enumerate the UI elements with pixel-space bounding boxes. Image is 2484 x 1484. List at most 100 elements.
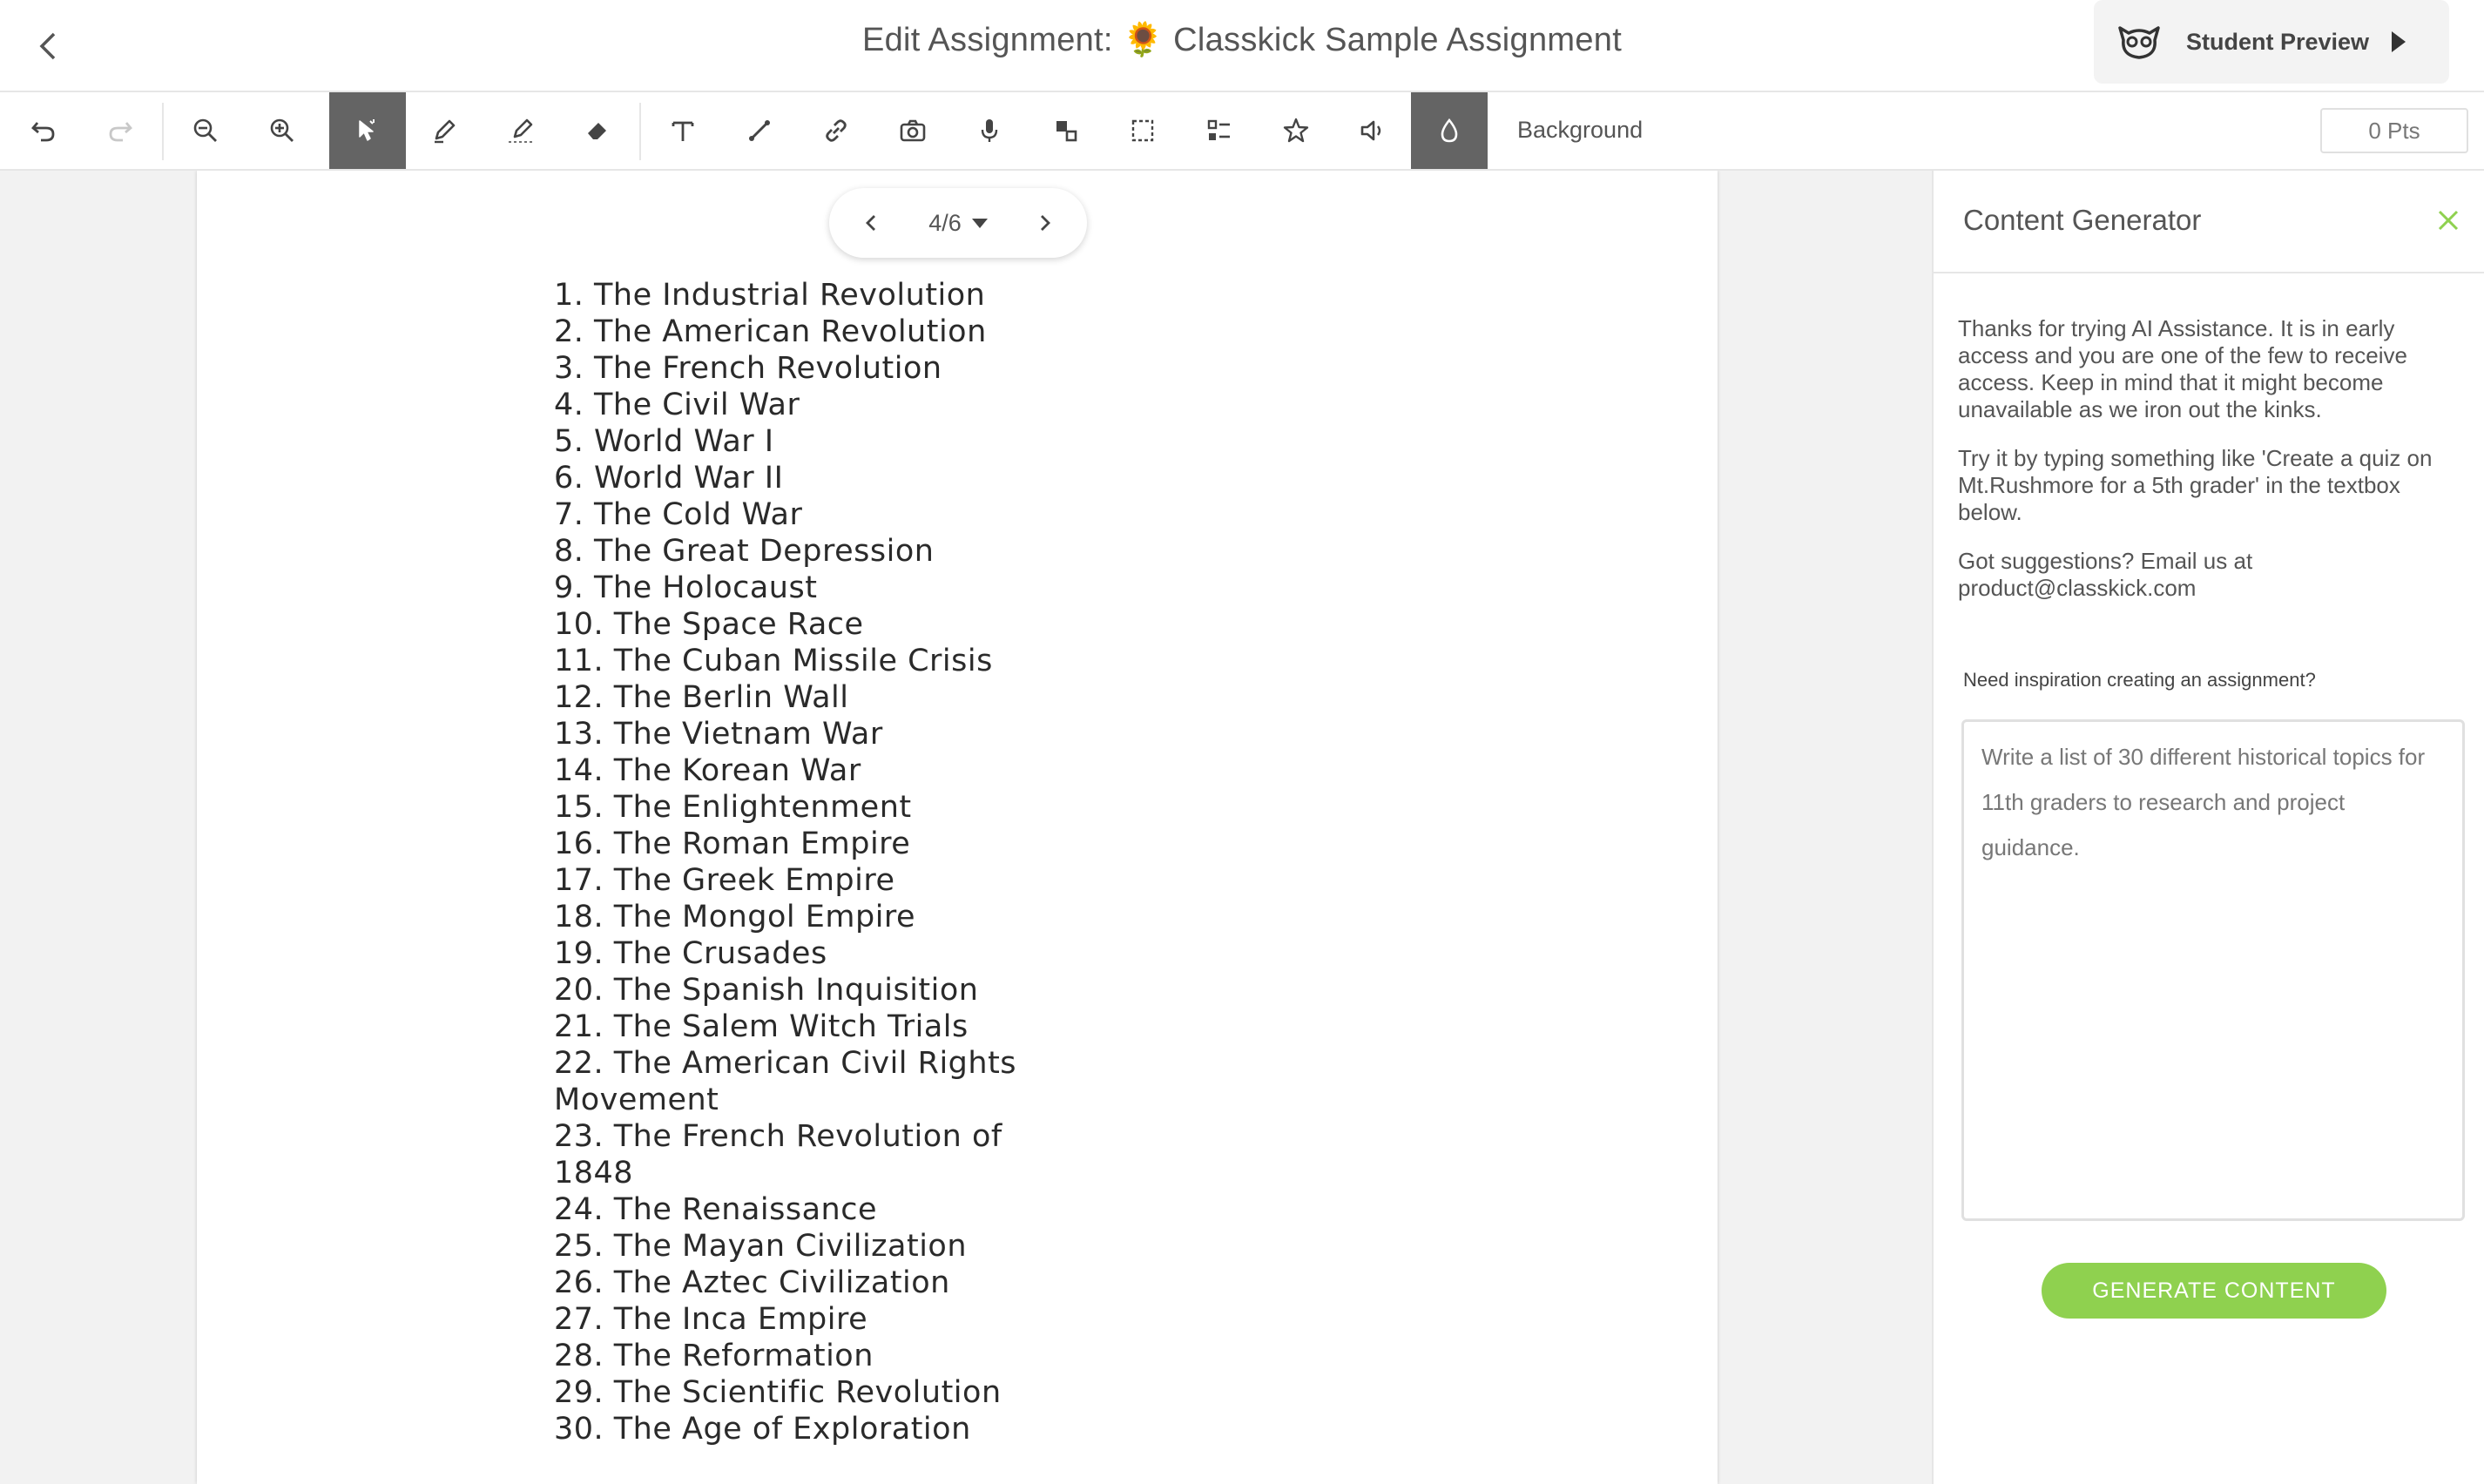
inspiration-label: Need inspiration creating an assignment? [1963,669,2316,691]
topic-item: 16. The Roman Empire [554,826,911,861]
fill-tool[interactable] [1411,92,1488,169]
topic-list[interactable]: 1. The Industrial Revolution 2. The Ameri… [554,277,1042,1447]
topic-item: 5. World War I [554,424,774,459]
panel-title: Content Generator [1963,204,2202,236]
play-icon [2392,31,2406,52]
topic-item: 3. The French Revolution [554,351,942,386]
assignment-page[interactable]: 4/6 1. The Industrial Revolution 2. The A… [197,171,1718,1484]
star-icon [1283,118,1309,143]
topic-item: 24. The Renaissance [554,1192,878,1227]
topic-item: 7. The Cold War [554,497,803,532]
topic-item: 11. The Cuban Missile Crisis [554,644,993,678]
topic-item: 19. The Crusades [554,936,827,971]
shapes-icon [1056,121,1077,142]
highlighter-tool[interactable] [483,92,559,169]
topic-item: 15. The Enlightenment [554,790,912,825]
undo-icon [31,122,55,142]
topic-item: 25. The Mayan Civilization [554,1229,968,1264]
topic-item: 14. The Korean War [554,753,861,788]
fill-icon [1441,118,1458,143]
generate-content-button[interactable]: GENERATE CONTENT [2042,1263,2386,1319]
speaker-icon [1360,120,1381,141]
panel-body: Thanks for trying AI Assistance. It is i… [1934,273,2484,602]
page-select[interactable]: 4/6 [928,210,988,237]
star-tool[interactable] [1258,92,1334,169]
topic-item: 28. The Reformation [554,1339,874,1373]
chevron-left-icon [866,215,875,231]
line-tool[interactable] [721,92,798,169]
points-field[interactable]: 0 Pts [2320,108,2468,153]
text-tool[interactable] [645,92,721,169]
topic-item: 1. The Industrial Revolution [554,278,986,313]
eraser-tool[interactable] [559,92,636,169]
panel-header: Content Generator [1934,171,2484,273]
topic-item: 22. The American Civil Rights Movement [554,1046,1017,1117]
student-preview-label: Student Preview [2186,28,2370,55]
redo-button[interactable] [82,92,159,169]
topic-item: 2. The American Revolution [554,314,987,349]
topic-item: 9. The Holocaust [554,570,818,605]
topic-item: 23. The French Revolution of 1848 [554,1119,1002,1191]
redo-icon [109,122,132,142]
topic-item: 6. World War II [554,461,784,496]
topic-item: 17. The Greek Empire [554,863,895,898]
topic-item: 4. The Civil War [554,388,800,422]
zoom-out-icon [193,118,217,142]
camera-icon [900,119,926,142]
link-icon [826,119,847,142]
topic-item: 18. The Mongol Empire [554,900,916,934]
app-root: Edit Assignment: 🌻 Classkick Sample Assi… [0,0,2484,1484]
close-icon[interactable] [2433,206,2463,235]
pen-tool[interactable] [406,92,483,169]
toolbar-divider [639,103,641,160]
eraser-icon [588,123,606,139]
highlighter-icon [509,118,533,143]
chevron-right-icon [1040,215,1050,231]
line-icon [749,120,770,141]
header: Edit Assignment: 🌻 Classkick Sample Assi… [0,0,2484,92]
topic-item: 26. The Aztec Civilization [554,1265,950,1300]
prompt-input[interactable]: Write a list of 30 different historical … [1961,719,2465,1221]
undo-button[interactable] [5,92,82,169]
topic-item: 20. The Spanish Inquisition [554,973,979,1008]
selection-icon [1131,119,1154,142]
checklist-tool[interactable] [1181,92,1258,169]
owl-icon [2118,26,2160,59]
intro-text: Thanks for trying AI Assistance. It is i… [1958,315,2407,422]
suggest-text: Got suggestions? Email us at product@cla… [1958,548,2253,601]
checklist-icon [1207,119,1230,140]
pointer-tool[interactable] [329,92,406,169]
pen-icon [435,119,456,144]
zoom-in-button[interactable] [244,92,321,169]
try-text: Try it by typing something like 'Create … [1958,445,2433,525]
topic-item: 10. The Space Race [554,607,864,642]
caret-down-icon [971,218,988,228]
toolbar: Background 0 Pts [0,92,2484,171]
next-page-button[interactable] [1028,206,1063,240]
pointer-icon [359,119,375,141]
toolbar-divider [162,103,164,160]
topic-item: 30. The Age of Exploration [554,1412,971,1447]
topic-item: 13. The Vietnam War [554,717,883,752]
topic-item: 27. The Inca Empire [554,1302,868,1337]
page-navigator: 4/6 [829,188,1087,258]
previous-page-button[interactable] [854,206,888,240]
student-preview-button[interactable]: Student Preview [2094,0,2449,84]
zoom-in-icon [270,118,294,142]
page-number: 4/6 [928,209,962,236]
camera-tool[interactable] [874,92,951,169]
link-tool[interactable] [798,92,874,169]
microphone-icon [981,119,998,142]
topic-item: 8. The Great Depression [554,534,935,569]
microphone-tool[interactable] [951,92,1028,169]
topic-item: 21. The Salem Witch Trials [554,1009,969,1044]
topic-item: 29. The Scientific Revolution [554,1375,1002,1410]
shapes-tool[interactable] [1028,92,1104,169]
background-button[interactable]: Background [1517,117,1643,144]
zoom-out-button[interactable] [167,92,244,169]
content-generator-panel: Content Generator Thanks for trying AI A… [1932,171,2484,1484]
canvas-area: 4/6 1. The Industrial Revolution 2. The A… [0,171,1930,1484]
text-icon [672,121,694,141]
speaker-tool[interactable] [1334,92,1411,169]
selection-tool[interactable] [1104,92,1181,169]
